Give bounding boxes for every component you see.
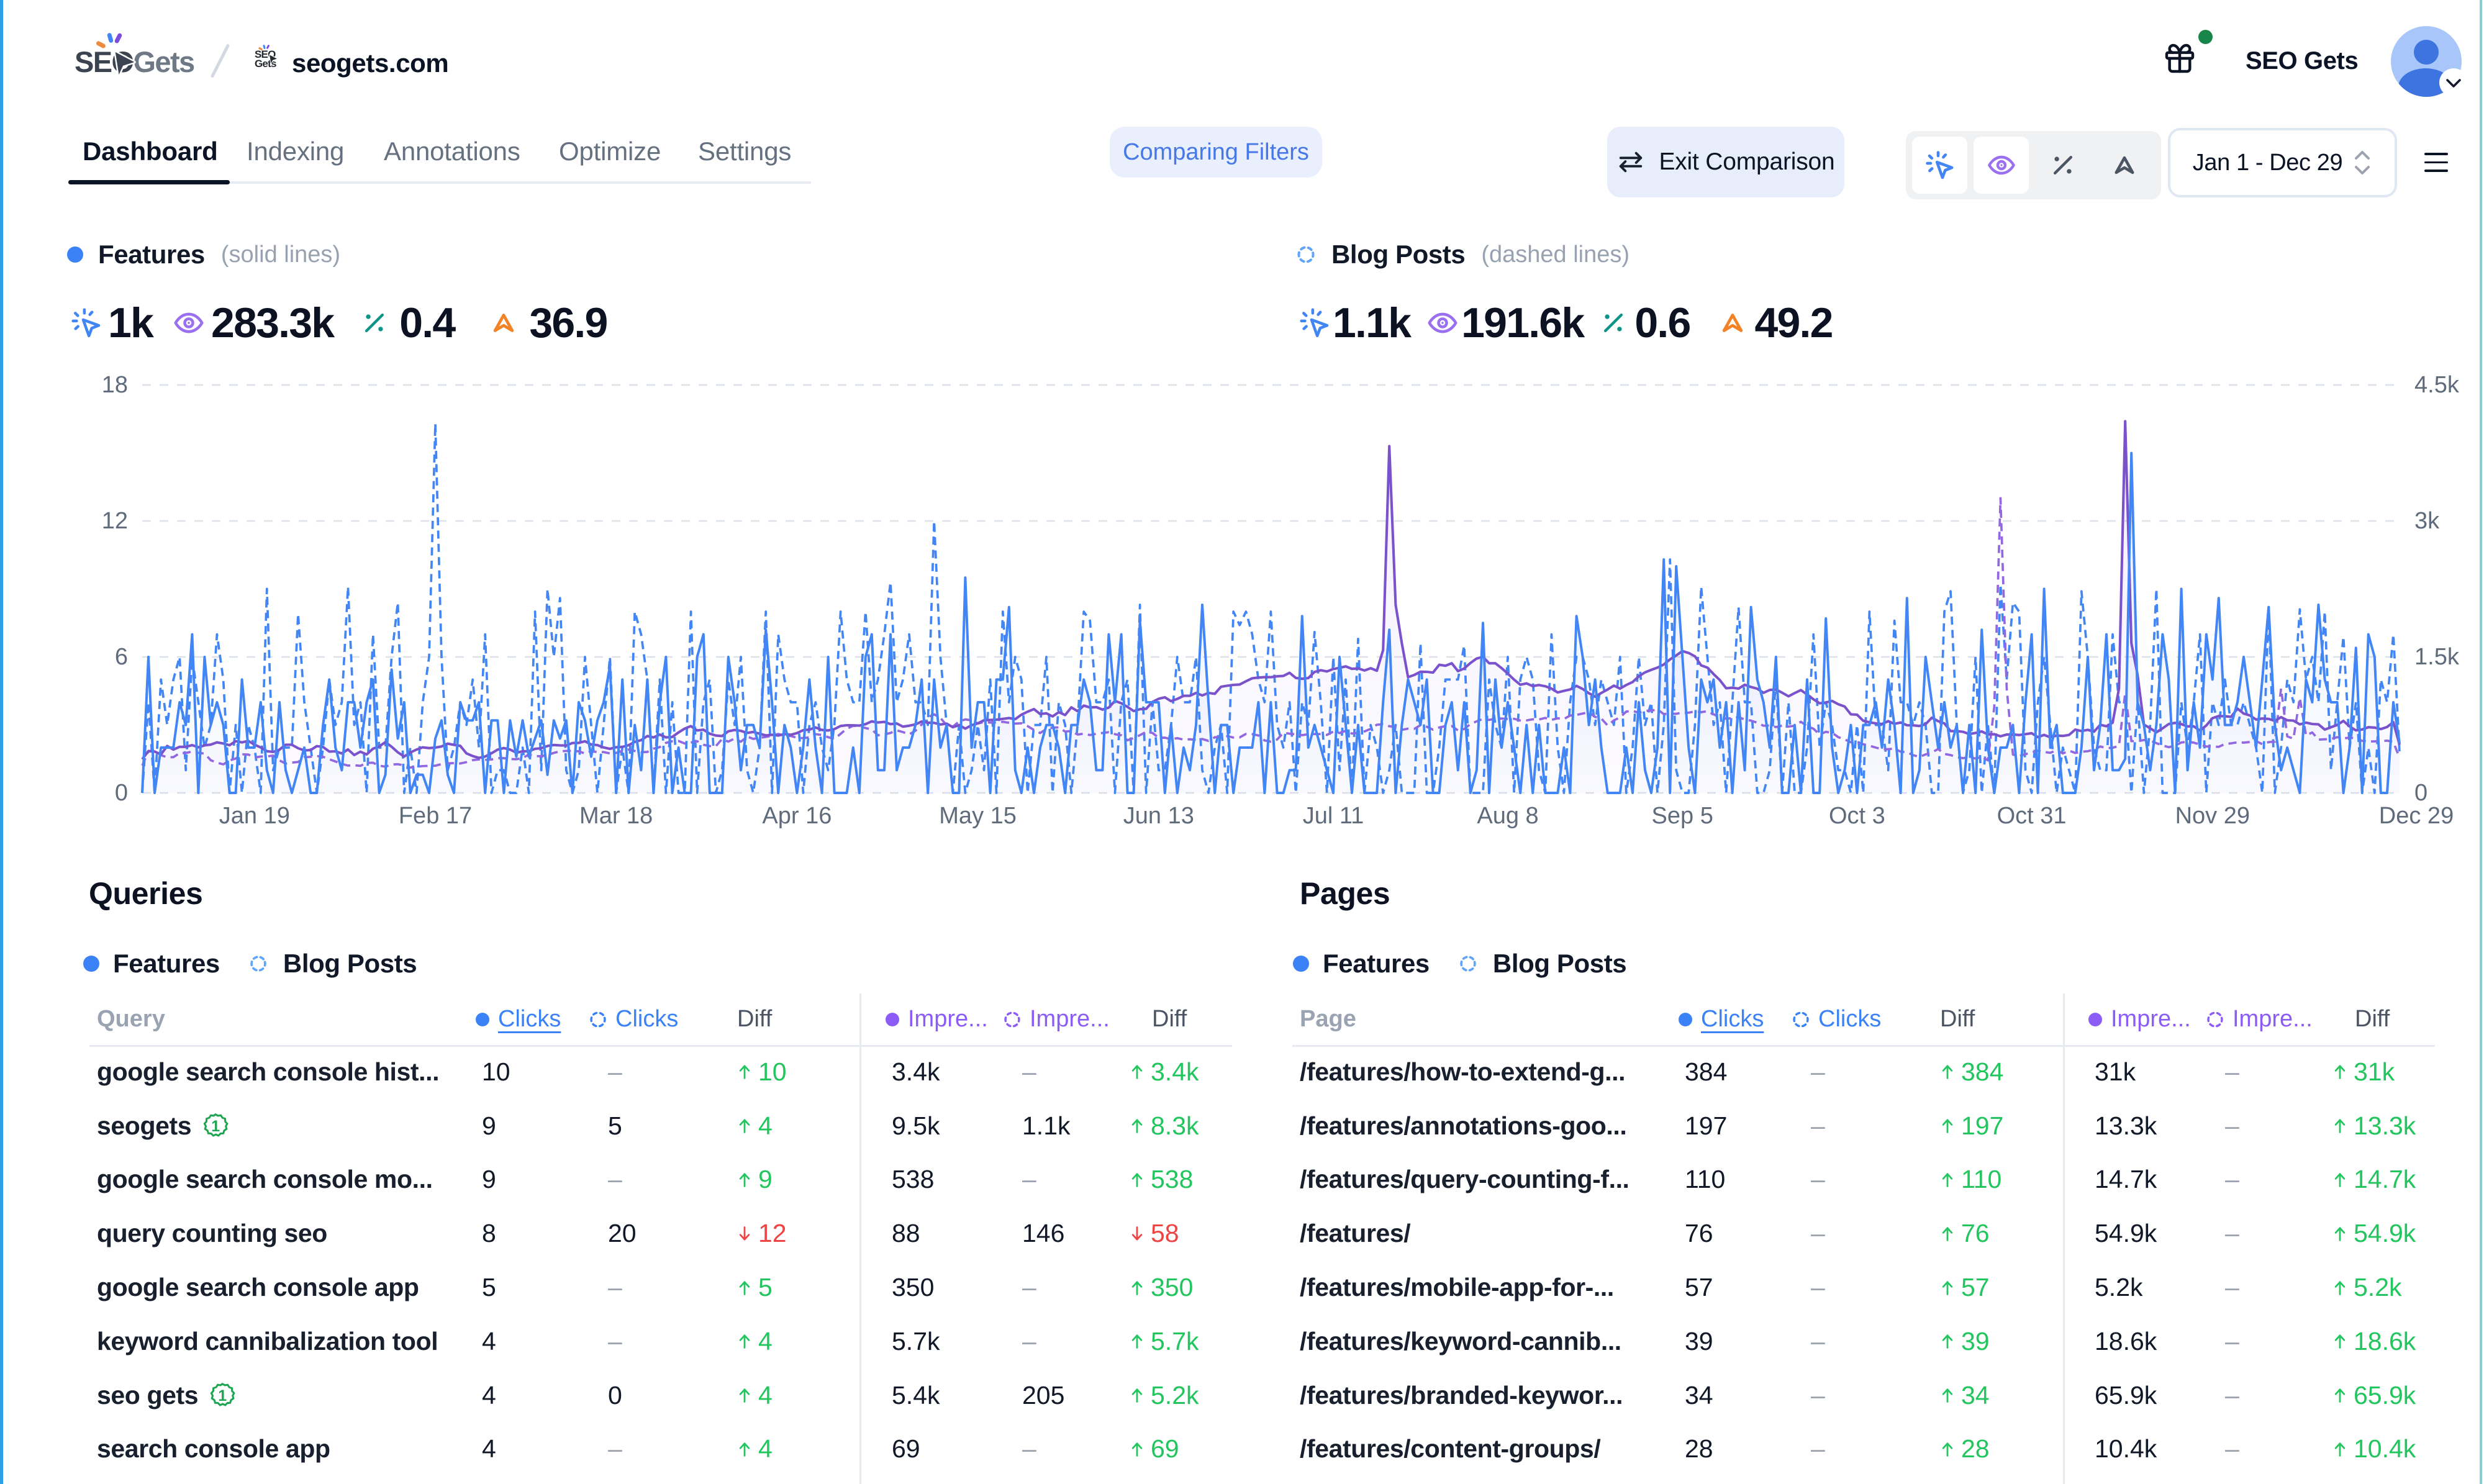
- svg-text:Nov 29: Nov 29: [2175, 803, 2250, 829]
- svg-text:Dec 29: Dec 29: [2379, 803, 2454, 829]
- svg-text:3k: 3k: [2414, 508, 2440, 534]
- svg-text:1: 1: [211, 1118, 220, 1135]
- svg-text:May 15: May 15: [939, 803, 1017, 829]
- svg-text:18: 18: [102, 372, 128, 398]
- svg-text:Apr 16: Apr 16: [762, 803, 832, 829]
- svg-text:4.5k: 4.5k: [2414, 372, 2460, 398]
- svg-text:1: 1: [218, 1387, 227, 1405]
- svg-text:Jul 11: Jul 11: [1303, 803, 1364, 829]
- svg-text:Jan 19: Jan 19: [219, 803, 290, 829]
- svg-text:6: 6: [115, 644, 128, 670]
- svg-text:Oct 31: Oct 31: [1997, 803, 2067, 829]
- svg-text:Mar 18: Mar 18: [579, 803, 653, 829]
- svg-text:Oct 3: Oct 3: [1829, 803, 1885, 829]
- svg-text:Feb 17: Feb 17: [399, 803, 472, 829]
- svg-text:Sep 5: Sep 5: [1652, 803, 1713, 829]
- svg-text:Jun 13: Jun 13: [1123, 803, 1194, 829]
- svg-text:0: 0: [2414, 780, 2427, 806]
- svg-text:Aug 8: Aug 8: [1477, 803, 1538, 829]
- svg-text:1.5k: 1.5k: [2414, 644, 2460, 670]
- svg-text:12: 12: [102, 508, 128, 534]
- svg-text:0: 0: [115, 780, 128, 806]
